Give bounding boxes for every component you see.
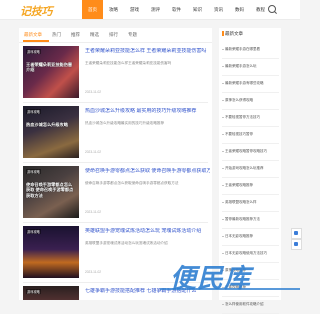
sidebar-item[interactable]: 最新荣耀手游在哪里看: [222, 42, 279, 59]
sidebar-item-label[interactable]: 最新荣耀手游怎么玩: [225, 64, 279, 69]
sidebar-item-label[interactable]: 日本无影攻略推荐: [225, 234, 279, 239]
sidebar-item[interactable]: 英雄联盟攻略怎么样: [222, 195, 279, 212]
sidebar-item[interactable]: 不要轻视暂停方法技巧: [222, 110, 279, 127]
share-float-button[interactable]: [291, 228, 302, 239]
bullet-dot: [222, 235, 224, 237]
sidebar-heading: 最新文章: [222, 31, 243, 37]
article-date: 2023-11-02: [85, 90, 102, 94]
article-item[interactable]: 游戏攻略 使命召唤手游零都点怎么获取 使命召唤手游零都点获取方法 使命召唤手游零…: [23, 166, 211, 218]
main-nav: 首页 攻略 游戏 测评 软件 知识 资讯 数码 教程: [82, 0, 271, 19]
article-title[interactable]: 热血沙城怎么升级攻略 最实用的技巧升级攻略推荐: [85, 108, 210, 114]
sidebar-item-label[interactable]: 不要轻视暂停方法技巧: [225, 115, 279, 120]
bullet-dot: [222, 82, 224, 84]
sidebar-item[interactable]: 不要轻视技巧暂停: [222, 127, 279, 144]
thumbnail-tag: 游戏攻略: [26, 109, 41, 114]
thumbnail-tag: 游戏攻略: [26, 169, 41, 174]
sidebar-item-label[interactable]: 怎么样使用软件攻略介绍: [225, 302, 279, 307]
bullet-dot: [222, 184, 224, 186]
sidebar-item[interactable]: 王者荣耀攻略暂停攻略技巧: [222, 144, 279, 161]
article-title[interactable]: 使命召唤手游零都点怎么获取 使命召唤手游零都点获取方法: [85, 168, 210, 174]
sidebar-item-label[interactable]: 不要轻视技巧暂停: [225, 132, 279, 137]
thumbnail-caption: 王者荣耀朵莉亚技能伤害介绍: [26, 62, 73, 73]
sidebar-item-label[interactable]: 日本无影攻略使用方法技巧: [225, 251, 279, 256]
nav-item-software[interactable]: 软件: [166, 0, 187, 19]
article-thumbnail[interactable]: 游戏攻略 王者荣耀朵莉亚技能伤害介绍: [23, 46, 79, 98]
tab-featured[interactable]: 精选: [85, 28, 104, 42]
sidebar-item-label[interactable]: 原神怎么获得攻略: [225, 98, 279, 103]
site-logo[interactable]: 记技巧: [20, 3, 52, 19]
bullet-dot: [222, 303, 224, 305]
article-date: 2023-11-02: [85, 210, 102, 214]
nav-item-knowledge[interactable]: 知识: [187, 0, 208, 19]
active-tab-indicator: [23, 40, 49, 42]
top-navigation-bar: 记技巧 首页 攻略 游戏 测评 软件 知识 资讯 数码 教程: [0, 0, 300, 20]
bullet-dot: [222, 218, 224, 220]
nav-item-reviews[interactable]: 测评: [145, 0, 166, 19]
article-thumbnail[interactable]: 游戏攻略: [23, 286, 79, 300]
bullet-dot: [222, 65, 224, 67]
thumbnail-tag: 游戏攻略: [26, 229, 41, 234]
nav-item-news[interactable]: 资讯: [208, 0, 229, 19]
article-date: 2023-11-02: [85, 150, 102, 154]
bullet-dot: [222, 116, 224, 118]
bullet-dot: [222, 167, 224, 169]
contact-float-button[interactable]: [291, 239, 302, 250]
bullet-dot: [222, 99, 224, 101]
article-item[interactable]: 游戏攻略 热血沙城怎么升级攻略 热血沙城怎么升级攻略 最实用的技巧升级攻略推荐 …: [23, 106, 211, 158]
tab-ranking[interactable]: 排行: [104, 28, 123, 42]
sidebar-item[interactable]: 暂停最新攻略推荐方法: [222, 212, 279, 229]
heading-accent-bar: [222, 31, 224, 37]
sidebar-item[interactable]: 最新荣耀手游怎么玩: [222, 59, 279, 76]
divider: [23, 102, 208, 103]
search-icon[interactable]: [268, 5, 276, 13]
sidebar-item-label[interactable]: 王者荣耀攻略暂停攻略技巧: [225, 149, 279, 154]
sidebar-item[interactable]: 开始游戏攻略怎么玩推荐: [222, 161, 279, 178]
article-summary: 使命召唤手游零都点怎么获取使命召唤手游零都点获取方法: [85, 181, 179, 185]
divider: [23, 162, 208, 163]
bullet-dot: [222, 150, 224, 152]
nav-item-guides[interactable]: 攻略: [103, 0, 124, 19]
sidebar-item-label[interactable]: 开始游戏攻略怎么玩推荐: [225, 166, 279, 171]
article-thumbnail[interactable]: 游戏攻略: [23, 226, 79, 278]
sidebar-item-label[interactable]: 最新荣耀手游有哪些攻略: [225, 81, 279, 86]
sidebar-item[interactable]: 王者荣耀攻略推荐: [222, 178, 279, 195]
sidebar-heading-text: 最新文章: [225, 31, 243, 36]
article-thumbnail[interactable]: 游戏攻略 热血沙城怎么升级攻略: [23, 106, 79, 158]
bullet-dot: [222, 201, 224, 203]
tab-hot[interactable]: 热门: [47, 28, 66, 42]
bullet-dot: [222, 48, 224, 50]
thumbnail-tag: 游戏攻略: [26, 289, 41, 294]
sidebar-item-label[interactable]: 暂停最新攻略推荐方法: [225, 217, 279, 222]
thumbnail-tag: 游戏攻略: [26, 49, 41, 54]
article-summary: 英雄联盟手游宠魂试炼活动怎么玩宠魂试炼活动介绍: [85, 241, 168, 245]
article-title[interactable]: 英雄联盟手游宠魂试炼活动怎么玩 宠魂试炼活动介绍: [85, 228, 210, 234]
thumbnail-caption: 热血沙城怎么升级攻略: [26, 122, 68, 127]
bullet-dot: [222, 133, 224, 135]
article-date: 2023-11-02: [85, 270, 102, 274]
sidebar-item-label[interactable]: 王者荣耀攻略推荐: [225, 183, 279, 188]
nav-item-home[interactable]: 首页: [82, 0, 103, 19]
nav-item-games[interactable]: 游戏: [124, 0, 145, 19]
tab-topics[interactable]: 专题: [123, 28, 142, 42]
article-thumbnail[interactable]: 游戏攻略 使命召唤手游零都点怎么获取 使命召唤手游零都点获取方法: [23, 166, 79, 218]
article-summary: 王者荣耀朵莉亚技能怎么样王者荣耀朵莉亚技能伤害吗: [85, 61, 172, 65]
watermark-underline: [160, 288, 300, 290]
sidebar-item[interactable]: 最新荣耀手游有哪些攻略: [222, 76, 279, 93]
article-title[interactable]: 王者荣耀朵莉亚技能怎么样 王者荣耀朵莉亚技能伤害吗: [85, 48, 210, 54]
bullet-dot: [222, 252, 224, 254]
thumbnail-caption: 使命召唤手游零都点怎么获取 使命召唤手游零都点获取方法: [26, 182, 74, 198]
sidebar-item[interactable]: 原神怎么获得攻略: [222, 93, 279, 110]
article-summary: 热血沙城怎么升级攻略最实用的技巧升级攻略推荐: [85, 121, 165, 125]
sidebar-item-label[interactable]: 英雄联盟攻略怎么样: [225, 200, 279, 205]
divider: [23, 222, 208, 223]
nav-item-digital[interactable]: 数码: [229, 0, 250, 19]
tab-recommended[interactable]: 推荐: [66, 28, 85, 42]
sidebar-item[interactable]: 日本无影攻略推荐: [222, 229, 279, 246]
article-item[interactable]: 游戏攻略 王者荣耀朵莉亚技能伤害介绍 王者荣耀朵莉亚技能怎么样 王者荣耀朵莉亚技…: [23, 46, 211, 98]
sidebar-item-label[interactable]: 最新荣耀手游在哪里看: [225, 47, 279, 52]
